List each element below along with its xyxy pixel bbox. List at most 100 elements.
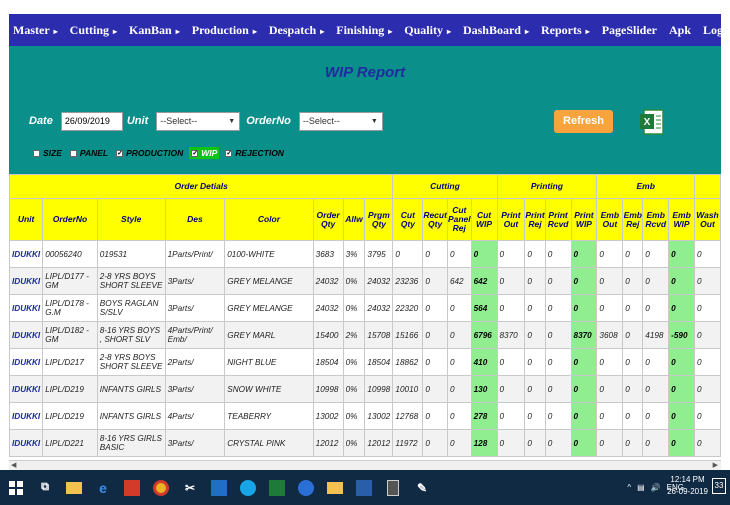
nav-item-master[interactable]: Master ▸ xyxy=(9,14,66,46)
file-explorer-icon[interactable] xyxy=(61,475,87,501)
chrome-icon[interactable] xyxy=(148,475,174,501)
table-cell: 0 xyxy=(446,240,472,268)
calculator-icon[interactable] xyxy=(380,475,406,501)
column-header[interactable]: OrderNo xyxy=(42,198,98,241)
outlook-icon[interactable] xyxy=(206,475,232,501)
nav-item-reports[interactable]: Reports ▸ xyxy=(537,14,598,46)
date-input[interactable]: 26/09/2019 xyxy=(60,111,123,131)
nav-item-label: KanBan xyxy=(129,23,172,37)
windows-start-icon[interactable] xyxy=(3,475,29,501)
column-header[interactable]: Emb Rej xyxy=(622,198,644,241)
column-header[interactable]: Recut Qty xyxy=(422,198,448,241)
column-header[interactable]: Emb WIP xyxy=(668,198,695,241)
excel-export-icon[interactable]: X xyxy=(639,108,665,136)
app-red-icon[interactable] xyxy=(119,475,145,501)
nav-item-finishing[interactable]: Finishing ▸ xyxy=(332,14,400,46)
network-icon[interactable]: ▤ xyxy=(637,483,645,492)
table-cell: 0 xyxy=(570,375,598,403)
skype-icon[interactable] xyxy=(235,475,261,501)
nav-item-cutting[interactable]: Cutting ▸ xyxy=(66,14,125,46)
table-cell: 18504 xyxy=(312,348,344,376)
column-header[interactable]: Cut Qty xyxy=(392,198,424,241)
header-group: Emb xyxy=(596,174,695,199)
clock[interactable]: 12:14 PM 26-09-2019 xyxy=(667,474,708,498)
edge-browser-icon[interactable]: e xyxy=(90,475,116,501)
nav-item-apk[interactable]: Apk xyxy=(665,14,699,46)
notification-badge[interactable]: 33 xyxy=(712,478,726,494)
checkbox-wip[interactable]: ✓ WIP xyxy=(189,147,220,159)
table-cell: 0 xyxy=(496,294,526,322)
app-window: Master ▸ Cutting ▸ KanBan ▸ Production ▸ Despatc… xyxy=(9,14,721,470)
scroll-left-icon[interactable]: ◀ xyxy=(11,461,16,469)
table-cell: 0 xyxy=(622,294,644,322)
table-cell: 0% xyxy=(342,429,366,457)
table-cell: IDUKKI xyxy=(9,267,44,295)
table-cell: 11972 xyxy=(392,429,424,457)
checkbox-size[interactable]: SIZE xyxy=(31,147,64,159)
tray-chevron-icon[interactable]: ^ xyxy=(627,483,631,492)
orderno-select[interactable]: --Select-- ▼ xyxy=(298,111,383,131)
wip-table-container: Order Detials Cutting Printing Emb Unit Orde… xyxy=(9,174,721,464)
column-header[interactable]: Print Out xyxy=(496,198,526,241)
checkbox-panel[interactable]: PANEL xyxy=(68,147,110,159)
table-cell: 0 xyxy=(668,240,695,268)
nav-item-despatch[interactable]: Despatch ▸ xyxy=(265,14,332,46)
refresh-button[interactable]: Refresh xyxy=(554,110,613,133)
word-icon[interactable] xyxy=(351,475,377,501)
paint-icon[interactable]: ✎ xyxy=(409,475,435,501)
checkbox-empty-icon[interactable] xyxy=(33,149,40,157)
tools-icon[interactable]: ✂ xyxy=(177,475,203,501)
table-cell: 0 xyxy=(668,267,695,295)
column-header[interactable]: Emb Rcvd xyxy=(642,198,670,241)
checkbox-label: SIZE xyxy=(43,148,62,158)
column-header[interactable]: Emb Out xyxy=(596,198,624,241)
column-header[interactable]: Print Rej xyxy=(524,198,546,241)
table-cell: 0 xyxy=(622,429,644,457)
checkbox-checked-icon[interactable]: ✓ xyxy=(191,149,199,157)
nav-item-label: Master xyxy=(13,23,50,37)
column-header[interactable]: Unit xyxy=(9,198,44,241)
nav-item-dashboard[interactable]: DashBoard ▸ xyxy=(459,14,537,46)
column-header[interactable]: Order Qty xyxy=(312,198,344,241)
nav-item-production[interactable]: Production ▸ xyxy=(188,14,265,46)
table-cell: 410 xyxy=(470,348,498,376)
table-cell: 4Parts/ xyxy=(164,402,226,430)
column-header[interactable]: Cut Panel Rej xyxy=(446,198,472,241)
table-cell: 0 xyxy=(596,294,624,322)
column-header[interactable]: Allw xyxy=(342,198,366,241)
nav-item-kanban[interactable]: KanBan ▸ xyxy=(125,14,188,46)
unit-select[interactable]: --Select-- ▼ xyxy=(156,111,241,131)
table-cell: 0 xyxy=(693,375,721,403)
table-cell: 0% xyxy=(342,348,366,376)
column-header[interactable]: Des xyxy=(164,198,226,241)
column-header[interactable]: Print WIP xyxy=(570,198,598,241)
task-view-icon[interactable]: ⧉ xyxy=(32,475,58,501)
checkbox-checked-icon[interactable]: ✓ xyxy=(225,149,233,157)
nav-item-logout[interactable]: Logout xyxy=(699,14,721,46)
column-header[interactable]: Wash Out xyxy=(693,198,721,241)
horizontal-scrollbar[interactable]: ◀ ▶ xyxy=(9,460,721,470)
checkbox-rejection[interactable]: ✓ REJECTION xyxy=(223,147,286,159)
explorer-folder-icon[interactable] xyxy=(322,475,348,501)
column-header[interactable]: Style xyxy=(96,198,166,241)
nav-item-quality[interactable]: Quality ▸ xyxy=(400,14,459,46)
column-header[interactable]: Prgm Qty xyxy=(364,198,394,241)
nav-item-pageslider[interactable]: PageSlider xyxy=(598,14,665,46)
column-header[interactable]: Print Rcvd xyxy=(544,198,572,241)
table-cell: IDUKKI xyxy=(9,240,44,268)
column-header[interactable]: Cut WIP xyxy=(470,198,498,241)
scroll-right-icon[interactable]: ▶ xyxy=(713,461,718,469)
teamviewer-icon[interactable] xyxy=(293,475,319,501)
column-header[interactable]: Color xyxy=(224,198,314,241)
table-cell: 2Parts/ xyxy=(164,348,226,376)
checkbox-production[interactable]: ✓ PRODUCTION xyxy=(114,147,185,159)
checkbox-checked-icon[interactable]: ✓ xyxy=(116,149,124,157)
table-cell: LIPL/D219 xyxy=(42,402,98,430)
table-cell: 18862 xyxy=(392,348,424,376)
header-group xyxy=(693,174,721,199)
volume-icon[interactable]: 🔊 xyxy=(651,483,661,492)
checkbox-empty-icon[interactable] xyxy=(69,149,77,157)
excel-icon[interactable] xyxy=(264,475,290,501)
table-cell: 0 xyxy=(668,348,695,376)
filter-bar: Date 26/09/2019 Unit --Select-- ▼ OrderN… xyxy=(29,111,389,131)
